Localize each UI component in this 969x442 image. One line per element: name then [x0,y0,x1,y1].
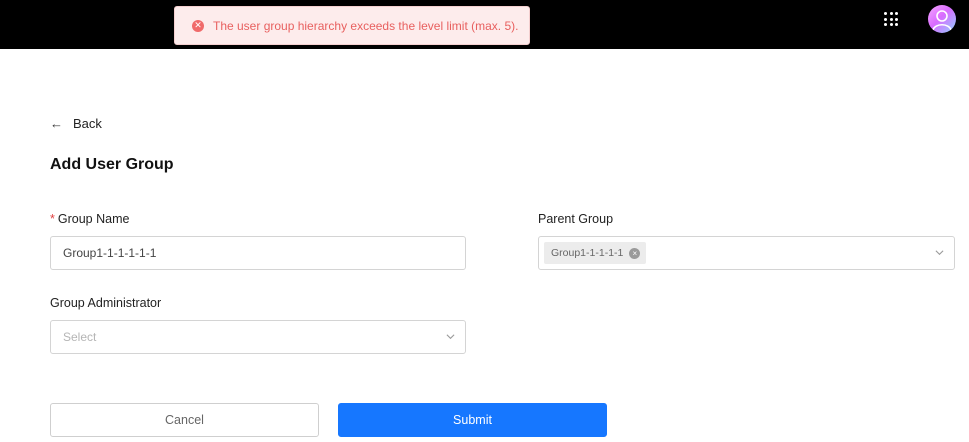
toast-message: The user group hierarchy exceeds the lev… [213,18,519,33]
parent-group-select[interactable]: Group1-1-1-1-1 × [538,236,955,270]
group-name-input[interactable]: Group1-1-1-1-1-1 [50,236,466,270]
page-title: Add User Group [50,156,174,173]
apps-grid-icon[interactable] [884,12,898,26]
group-name-label: * Group Name [50,212,129,226]
chevron-down-icon [935,250,944,256]
group-name-value: Group1-1-1-1-1-1 [63,246,157,260]
group-name-label-text: Group Name [57,212,130,226]
cancel-button[interactable]: Cancel [50,403,319,437]
back-label: Back [73,115,102,131]
user-avatar-icon [932,10,952,31]
submit-button[interactable]: Submit [338,403,607,437]
chevron-down-icon [446,334,455,340]
avatar[interactable] [928,5,956,33]
group-admin-label: Group Administrator [50,296,162,310]
back-link[interactable]: ← Back [50,115,102,131]
required-mark: * [50,212,55,226]
group-admin-placeholder: Select [63,330,97,344]
group-admin-select[interactable]: Select [50,320,466,354]
error-x-icon: ✕ [192,19,204,32]
error-toast: ✕ The user group hierarchy exceeds the l… [174,6,530,45]
arrow-left-icon: ← [50,115,63,131]
parent-group-label: Parent Group [538,212,614,226]
parent-group-tag-label: Group1-1-1-1-1 [551,247,624,259]
tag-remove-icon[interactable]: × [629,247,641,259]
parent-group-tag: Group1-1-1-1-1 × [544,242,647,264]
